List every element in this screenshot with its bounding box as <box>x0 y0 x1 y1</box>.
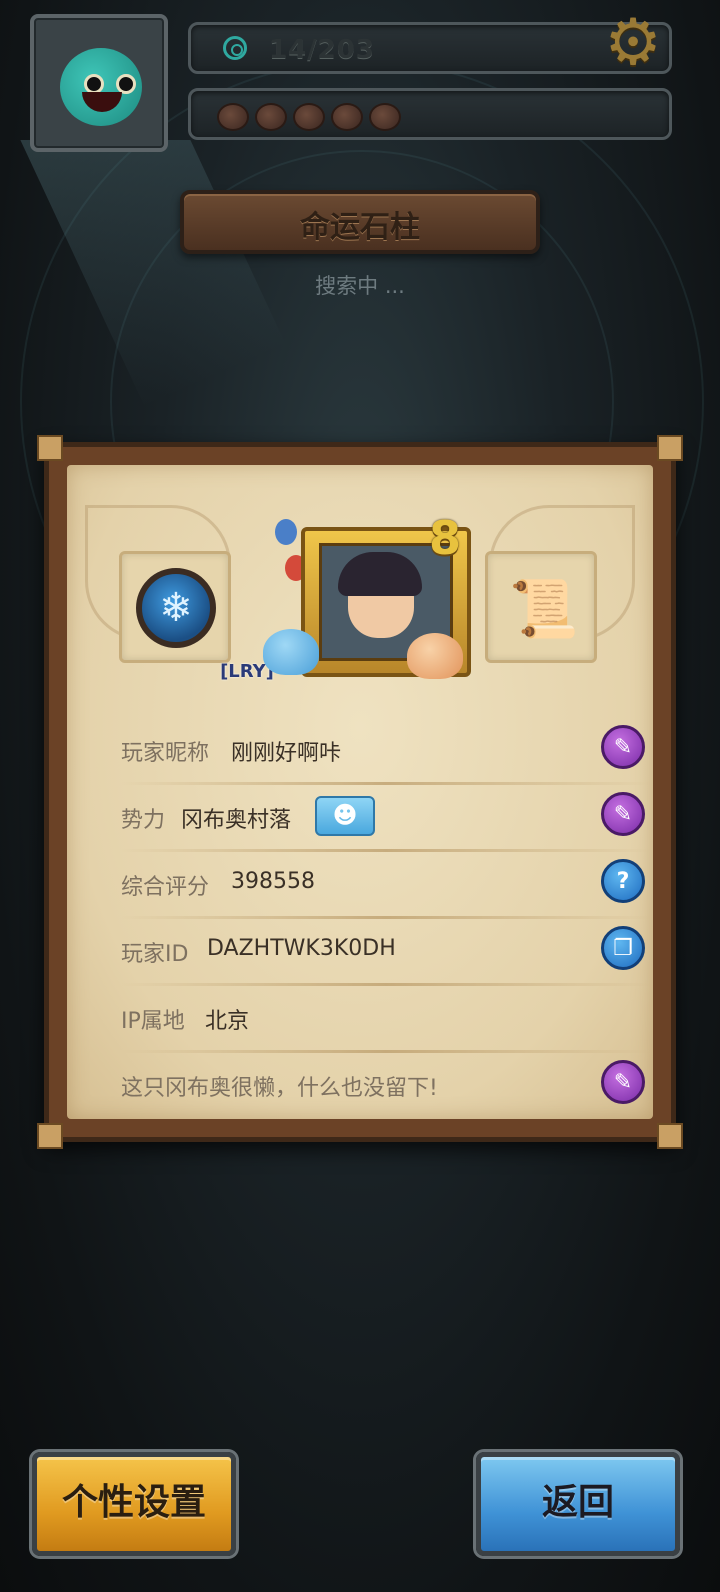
question-icon: ? <box>616 869 630 894</box>
row-divider <box>121 782 651 785</box>
row-divider <box>121 849 651 852</box>
resource-bar <box>188 88 672 140</box>
score-label: 综合评分 <box>121 875 210 900</box>
card-corner <box>37 1123 63 1149</box>
faction-row: 势力 冈布奥村落 ☻ ✎ <box>121 786 651 852</box>
snowflake-icon: ❄ <box>136 568 216 648</box>
pencil-icon: ✎ <box>613 735 633 760</box>
balloon-decoration <box>275 519 297 545</box>
bio-row: 这只冈布奥很懒，什么也没留下! ✎ <box>121 1054 651 1114</box>
resource-slot <box>331 103 363 131</box>
blue-slime-decoration <box>263 629 319 675</box>
search-status: 搜索中 ... <box>315 274 405 298</box>
edit-nickname-button[interactable]: ✎ <box>601 725 645 769</box>
ip-location-row: IP属地 北京 <box>121 987 651 1053</box>
faction-value: 冈布奥村落 <box>181 808 292 833</box>
guild-badge-box[interactable]: ❄ <box>119 551 231 663</box>
row-divider <box>121 916 651 919</box>
title-plaque: 命运石柱 <box>180 190 540 254</box>
ip-location-value: 北京 <box>205 1009 250 1034</box>
score-help-button[interactable]: ? <box>601 859 645 903</box>
faction-icon[interactable]: ☻ <box>315 796 375 836</box>
ip-location-label: IP属地 <box>121 1009 185 1034</box>
scroll-icon: 📜 <box>509 577 579 642</box>
page-title: 命运石柱 <box>300 210 420 245</box>
nickname-value: 刚刚好啊咔 <box>231 741 342 766</box>
resource-slot <box>293 103 325 131</box>
copy-id-button[interactable]: ❐ <box>601 926 645 970</box>
swirl-icon <box>223 36 247 60</box>
score-row: 综合评分 398558 ? <box>121 853 651 919</box>
row-divider <box>121 983 651 986</box>
resource-slot <box>217 103 249 131</box>
player-id-row: 玩家ID DAZHTWK3K0DH ❐ <box>121 920 651 986</box>
profile-card: ❄ [LRY] 8 📜 玩家昵称 刚刚好啊咔 ✎ 势力 冈布奥村落 ☻ ✎ 综合… <box>37 435 683 1149</box>
energy-counter: 14/203 <box>269 35 375 65</box>
player-id-value: DAZHTWK3K0DH <box>207 936 396 961</box>
card-corner <box>657 435 683 461</box>
player-id-label: 玩家ID <box>121 942 189 967</box>
parchment: ❄ [LRY] 8 📜 玩家昵称 刚刚好啊咔 ✎ 势力 冈布奥村落 ☻ ✎ 综合… <box>67 465 653 1119</box>
hero-hair <box>338 552 422 596</box>
pumpkin-slime-decoration <box>407 633 463 679</box>
scroll-box[interactable]: 📜 <box>485 551 597 663</box>
row-divider <box>121 1050 651 1053</box>
back-button[interactable]: 返回 <box>476 1452 680 1556</box>
bio-text: 这只冈布奥很懒，什么也没留下! <box>121 1076 438 1101</box>
card-corner <box>657 1123 683 1149</box>
player-level: 8 <box>429 511 462 565</box>
score-value: 398558 <box>231 869 315 894</box>
avatar-eye <box>116 74 136 94</box>
edit-faction-button[interactable]: ✎ <box>601 792 645 836</box>
resource-slot <box>255 103 287 131</box>
copy-icon: ❐ <box>613 936 633 961</box>
nickname-label: 玩家昵称 <box>121 741 210 766</box>
player-avatar[interactable] <box>30 14 168 152</box>
edit-bio-button[interactable]: ✎ <box>601 1060 645 1104</box>
personal-settings-button[interactable]: 个性设置 <box>32 1452 236 1556</box>
pencil-icon: ✎ <box>613 802 633 827</box>
avatar-eye <box>84 74 104 94</box>
pencil-icon: ✎ <box>613 1070 633 1095</box>
gear-icon[interactable]: ⚙ <box>600 10 666 76</box>
card-corner <box>37 435 63 461</box>
faction-label: 势力 <box>121 808 166 833</box>
resource-slot <box>369 103 401 131</box>
nickname-row: 玩家昵称 刚刚好啊咔 ✎ <box>121 719 651 785</box>
